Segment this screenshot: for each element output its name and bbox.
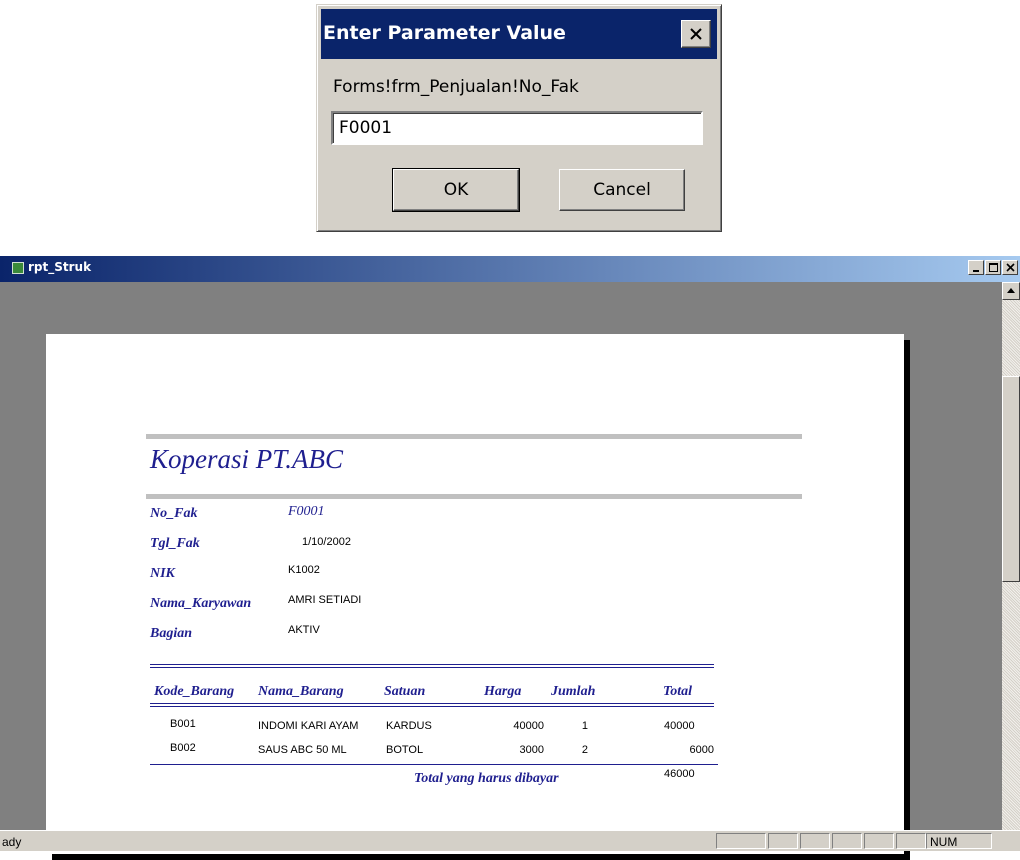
field-value-nik: K1002 bbox=[288, 564, 320, 576]
status-panel bbox=[926, 833, 992, 849]
status-text: ady bbox=[2, 835, 22, 849]
report-title: Koperasi PT.ABC bbox=[150, 444, 344, 474]
column-header: Kode_Barang bbox=[154, 684, 235, 699]
field-label-tgl-fak: Tgl_Fak bbox=[150, 536, 200, 551]
dialog-close-button[interactable] bbox=[681, 20, 711, 48]
report-page: Koperasi PT.ABC No_Fak F0001 Tgl_Fak 1/1… bbox=[46, 334, 904, 854]
report-icon bbox=[12, 262, 24, 274]
scroll-up-button[interactable] bbox=[1002, 282, 1020, 300]
header-rule-bottom bbox=[150, 703, 714, 704]
cell-total: 40000 bbox=[664, 720, 695, 732]
field-value-no-fak: F0001 bbox=[288, 504, 325, 519]
dialog-title-bar: Enter Parameter Value bbox=[321, 9, 717, 59]
ok-button[interactable]: OK bbox=[392, 168, 520, 212]
total-label: Total yang harus dibayar bbox=[414, 771, 559, 786]
header-rule-bottom-2 bbox=[150, 706, 714, 707]
close-window-button[interactable] bbox=[1002, 260, 1018, 275]
cell-nama-barang: SAUS ABC 50 ML bbox=[258, 744, 347, 756]
cell-harga: 40000 bbox=[513, 720, 544, 732]
close-icon bbox=[1006, 263, 1015, 272]
parameter-dialog: Enter Parameter Value Forms!frm_Penjuala… bbox=[316, 4, 722, 232]
scroll-thumb[interactable] bbox=[1002, 376, 1020, 582]
status-panel bbox=[800, 833, 830, 849]
total-value: 46000 bbox=[664, 768, 695, 780]
cell-kode-barang: B001 bbox=[170, 718, 196, 730]
window-title-bar: rpt_Struk bbox=[0, 256, 1020, 282]
status-panel bbox=[716, 833, 766, 849]
status-panel bbox=[896, 833, 926, 849]
header-rule-top-2 bbox=[150, 667, 714, 668]
cell-total: 6000 bbox=[689, 744, 714, 756]
field-label-no-fak: No_Fak bbox=[150, 506, 198, 521]
field-value-bagian: AKTIV bbox=[288, 624, 320, 636]
maximize-button[interactable] bbox=[985, 260, 1001, 275]
window-title: rpt_Struk bbox=[28, 260, 92, 274]
cancel-button[interactable]: Cancel bbox=[559, 169, 685, 211]
header-rule-top bbox=[150, 664, 714, 665]
column-header: Harga bbox=[484, 684, 522, 699]
field-label-bagian: Bagian bbox=[150, 626, 193, 641]
column-header: Nama_Barang bbox=[258, 684, 344, 699]
column-header: Total bbox=[663, 684, 693, 699]
dialog-title: Enter Parameter Value bbox=[323, 22, 566, 44]
cell-satuan: KARDUS bbox=[386, 720, 432, 732]
status-panel bbox=[832, 833, 862, 849]
cell-jumlah: 1 bbox=[581, 720, 588, 732]
field-value-tgl-fak: 1/10/2002 bbox=[302, 536, 351, 548]
parameter-prompt: Forms!frm_Penjualan!No_Fak bbox=[333, 77, 579, 97]
status-panel bbox=[864, 833, 894, 849]
title-bottom-rule bbox=[146, 494, 802, 499]
total-rule bbox=[150, 764, 718, 765]
status-bar: ady NUM bbox=[0, 830, 1020, 851]
cell-harga: 3000 bbox=[519, 744, 544, 756]
status-panel bbox=[768, 833, 798, 849]
cell-satuan: BOTOL bbox=[386, 744, 424, 756]
field-value-nama-karyawan: AMRI SETIADI bbox=[288, 594, 362, 606]
cell-nama-barang: INDOMI KARI AYAM bbox=[258, 720, 359, 732]
maximize-icon bbox=[989, 263, 998, 272]
title-top-rule bbox=[146, 434, 802, 439]
minimize-icon bbox=[973, 270, 979, 272]
column-header: Jumlah bbox=[551, 684, 596, 699]
cell-kode-barang: B002 bbox=[170, 742, 196, 754]
column-header: Satuan bbox=[384, 684, 426, 699]
arrow-up-icon bbox=[1007, 288, 1015, 293]
minimize-button[interactable] bbox=[968, 260, 984, 275]
vertical-scrollbar[interactable] bbox=[1002, 282, 1020, 830]
parameter-input[interactable] bbox=[331, 111, 703, 145]
report-window: rpt_Struk Koperasi PT.ABC No_Fak F0001 T… bbox=[0, 256, 1020, 860]
close-icon bbox=[690, 28, 702, 40]
field-label-nama-karyawan: Nama_Karyawan bbox=[150, 596, 252, 611]
field-label-nik: NIK bbox=[150, 566, 175, 581]
cell-jumlah: 2 bbox=[581, 744, 588, 756]
